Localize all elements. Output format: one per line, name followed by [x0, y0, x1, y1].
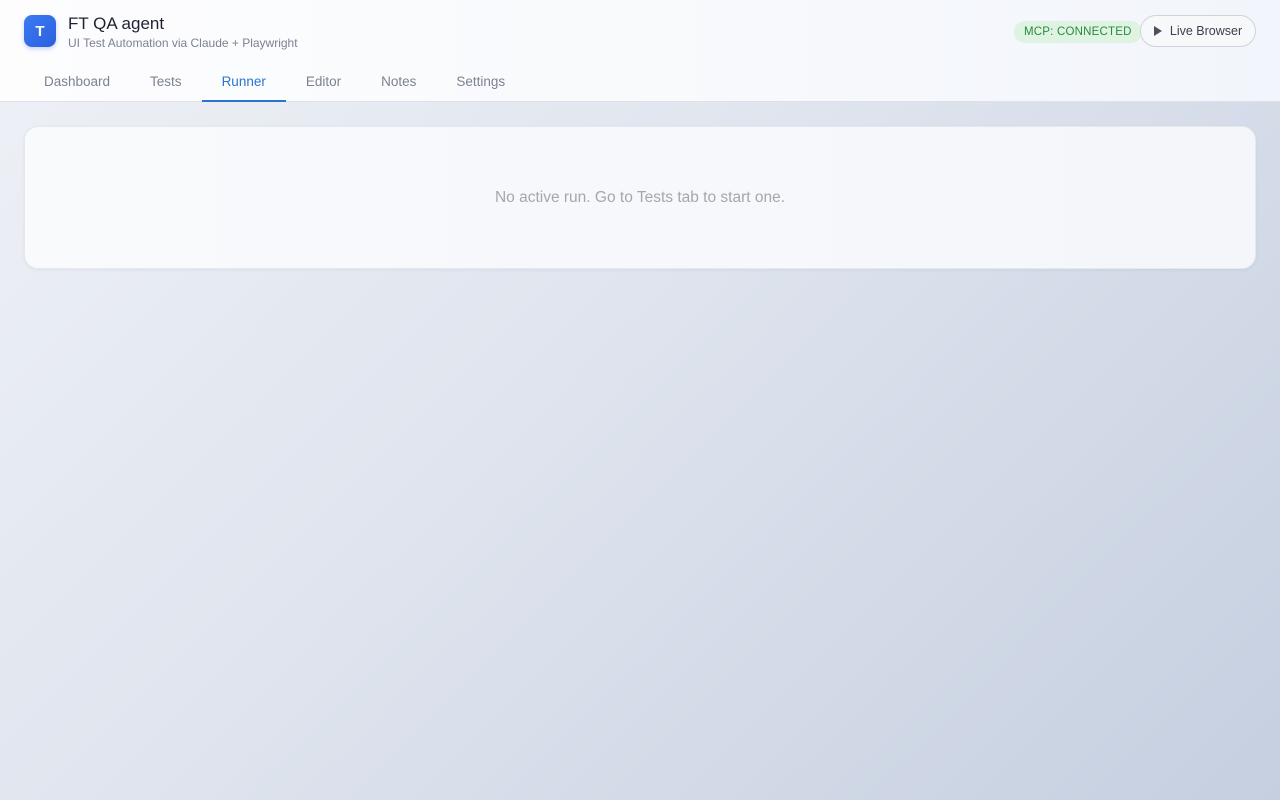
tab-label: Dashboard — [44, 73, 111, 89]
runner-empty-card: No active run. Go to Tests tab to start … — [24, 126, 1256, 269]
tab-editor[interactable]: Editor — [286, 62, 361, 102]
live-browser-button[interactable]: Live Browser — [1140, 15, 1256, 47]
tab-label: Notes — [381, 73, 417, 89]
tab-label: Tests — [150, 73, 182, 89]
app-header: T FT QA agent UI Test Automation via Cla… — [0, 0, 1280, 102]
live-browser-label: Live Browser — [1169, 24, 1243, 38]
tab-label: Editor — [305, 73, 342, 89]
mcp-status-badge: MCP: CONNECTED — [1014, 21, 1142, 43]
tab-tests[interactable]: Tests — [130, 62, 202, 102]
tab-settings[interactable]: Settings — [436, 62, 525, 102]
play-icon — [1153, 26, 1162, 36]
app-logo-letter: T — [35, 22, 45, 40]
tab-runner[interactable]: Runner — [201, 62, 286, 102]
runner-empty-message: No active run. Go to Tests tab to start … — [494, 188, 786, 206]
app-logo: T — [24, 15, 56, 47]
main-tabs: Dashboard Tests Runner Editor Notes Sett… — [24, 62, 525, 102]
app-title: FT QA agent — [68, 14, 165, 33]
tab-notes[interactable]: Notes — [361, 62, 436, 102]
tab-label: Settings — [456, 73, 506, 89]
mcp-status-text: MCP: CONNECTED — [1024, 26, 1132, 38]
app-subtitle: UI Test Automation via Claude + Playwrig… — [68, 36, 298, 50]
tab-dashboard[interactable]: Dashboard — [24, 62, 130, 102]
tab-label: Runner — [221, 73, 266, 89]
